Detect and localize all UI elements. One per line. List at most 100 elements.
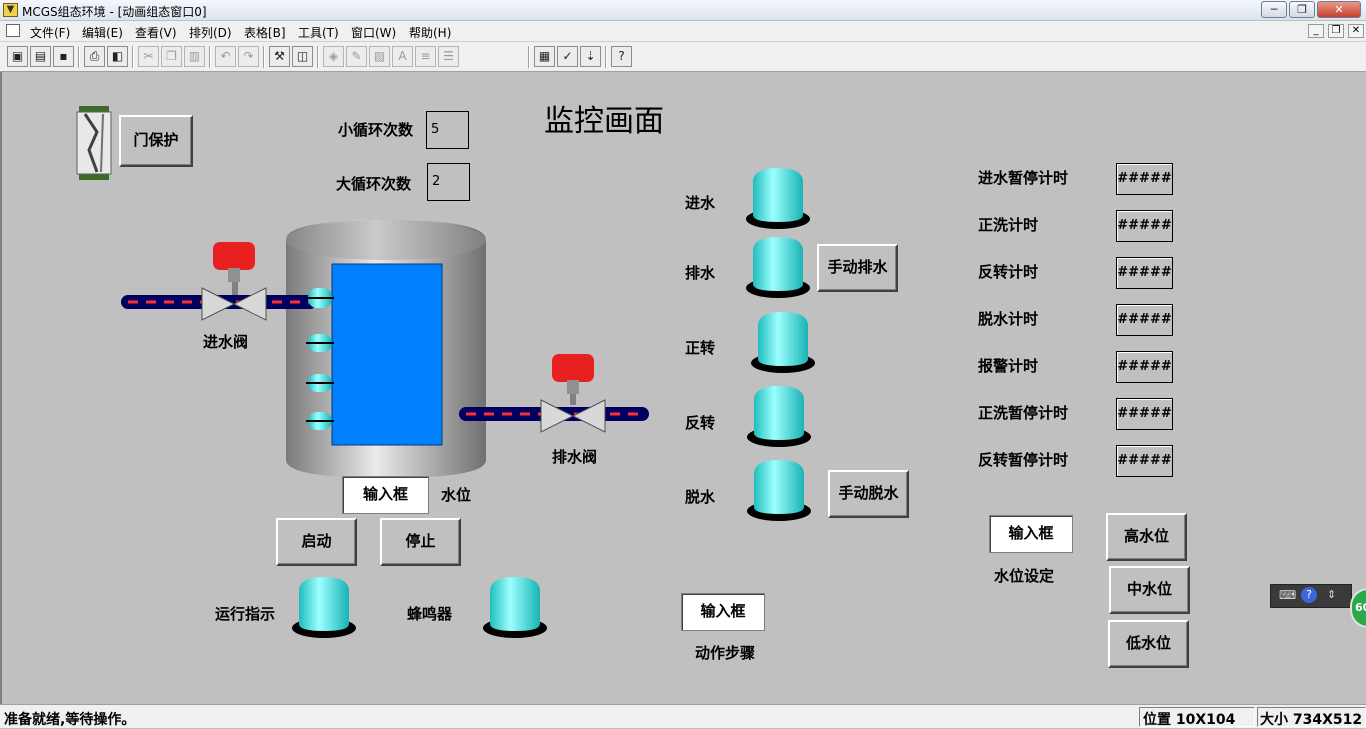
save-icon[interactable]: ▪ [53, 46, 74, 67]
inlet-valve-label: 进水阀 [203, 333, 249, 351]
lamp-label: 进水 [685, 194, 716, 212]
timer-value: ##### [1116, 257, 1173, 289]
expand-icon[interactable]: ⇕ [1327, 588, 1336, 601]
paste-icon[interactable]: ▥ [184, 46, 205, 67]
washer-tank-diagram [121, 220, 649, 478]
timer-value: ##### [1116, 210, 1173, 242]
timer-label: 脱水计时 [978, 310, 1039, 328]
print-icon[interactable]: ⎙ [84, 46, 105, 67]
water-level-input[interactable]: 输入框 [342, 476, 429, 514]
list-icon[interactable]: ☰ [438, 46, 459, 67]
copy-icon[interactable]: ❐ [161, 46, 182, 67]
ime-toolbar[interactable]: ⌨ ? ⇕ [1270, 584, 1352, 608]
redo-icon[interactable]: ↷ [238, 46, 259, 67]
action-step-input[interactable]: 输入框 [681, 593, 765, 631]
manual-spin-button[interactable]: 手动脱水 [828, 470, 909, 518]
start-button[interactable]: 启动 [276, 518, 357, 566]
timer-value: ##### [1116, 445, 1173, 477]
manual-drain-button[interactable]: 手动排水 [817, 244, 898, 292]
run-indicator-label: 运行指示 [215, 605, 276, 623]
image-icon[interactable]: ▨ [369, 46, 390, 67]
minimize-button[interactable]: ─ [1261, 1, 1287, 18]
timer-value: ##### [1116, 398, 1173, 430]
help-icon[interactable]: ? [611, 46, 632, 67]
buzzer-label: 蜂鸣器 [407, 605, 453, 623]
tools-icon[interactable]: ⚒ [269, 46, 290, 67]
window-icon[interactable]: ▣ [7, 46, 28, 67]
preview-icon[interactable]: ◧ [107, 46, 128, 67]
water-level-fill [331, 263, 443, 446]
timer-value: ##### [1116, 351, 1173, 383]
title-bar: ▼ MCGS组态环境 - [动画组态窗口0] ─ ❐ ✕ [0, 0, 1366, 21]
lamp-label: 反转 [685, 414, 716, 432]
open-icon[interactable]: ▤ [30, 46, 51, 67]
buzzer-lamp [483, 577, 547, 638]
timer-label: 进水暂停计时 [978, 169, 1069, 187]
high-level-button[interactable]: 高水位 [1106, 513, 1187, 561]
big-loop-value: 2 [427, 163, 470, 201]
window-title: MCGS组态环境 - [动画组态窗口0] [22, 5, 207, 19]
action-step-label: 动作步骤 [695, 644, 756, 662]
restore-button[interactable]: ❐ [1289, 1, 1315, 18]
menu-table[interactable]: 表格[B] [244, 24, 286, 41]
toolbar: ▣ ▤ ▪ ⎙ ◧ ✂ ❐ ▥ ↶ ↷ ⚒ ◫ ◈ ✎ ▨ A ≡ ☰ ▦ ✓ … [0, 42, 1366, 72]
run-indicator-lamp [292, 577, 356, 638]
menu-window[interactable]: 窗口(W) [351, 24, 396, 41]
timer-label: 正洗暂停计时 [978, 404, 1069, 422]
status-lamp [751, 312, 815, 373]
document-icon[interactable] [6, 24, 20, 37]
lamp-label: 排水 [685, 264, 716, 282]
door-icon [75, 106, 113, 180]
drain-valve-label: 排水阀 [552, 448, 598, 466]
small-loop-value: 5 [426, 111, 469, 149]
menu-file[interactable]: 文件(F) [30, 24, 70, 41]
fill-icon[interactable]: ◈ [323, 46, 344, 67]
status-message: 准备就绪,等待操作。 [4, 712, 136, 728]
mdi-minimize-button[interactable]: _ [1308, 24, 1324, 38]
font-icon[interactable]: A [392, 46, 413, 67]
low-level-button[interactable]: 低水位 [1108, 620, 1189, 668]
close-button[interactable]: ✕ [1317, 1, 1361, 18]
download-icon[interactable]: ⇣ [580, 46, 601, 67]
timer-label: 反转暂停计时 [978, 451, 1069, 469]
menu-tools[interactable]: 工具(T) [298, 24, 339, 41]
lamp-label: 正转 [685, 339, 716, 357]
mcgs-app-icon[interactable]: ▼ [3, 3, 18, 17]
level-setting-input[interactable]: 输入框 [989, 515, 1073, 553]
timer-label: 反转计时 [978, 263, 1039, 281]
keyboard-icon[interactable]: ⌨ [1279, 588, 1296, 602]
align-icon[interactable]: ≡ [415, 46, 436, 67]
status-lamp [747, 460, 811, 521]
properties-icon[interactable]: ▦ [534, 46, 555, 67]
position-readout: 位置 10X104 [1143, 712, 1236, 728]
door-protect-button[interactable]: 门保护 [119, 115, 193, 167]
help-icon[interactable]: ? [1301, 587, 1317, 603]
status-lamp [746, 168, 810, 229]
cut-icon[interactable]: ✂ [138, 46, 159, 67]
page-title: 监控画面 [544, 104, 664, 139]
stop-button[interactable]: 停止 [380, 518, 461, 566]
layout-icon[interactable]: ◫ [292, 46, 313, 67]
small-loop-label: 小循环次数 [338, 121, 414, 139]
performance-badge[interactable]: 60 [1350, 588, 1366, 628]
status-lamp [746, 237, 810, 298]
status-bar: 准备就绪,等待操作。 位置 10X104 大小 734X512 [0, 704, 1366, 728]
level-setting-label: 水位设定 [994, 567, 1055, 585]
water-level-label: 水位 [441, 486, 472, 504]
size-readout: 大小 734X512 [1260, 712, 1363, 728]
menu-bar: 文件(F) 编辑(E) 查看(V) 排列(D) 表格[B] 工具(T) 窗口(W… [0, 21, 1366, 42]
timer-label: 报警计时 [978, 357, 1039, 375]
mdi-restore-button[interactable]: ❐ [1328, 24, 1344, 38]
menu-edit[interactable]: 编辑(E) [82, 24, 123, 41]
menu-view[interactable]: 查看(V) [135, 24, 177, 41]
check-icon[interactable]: ✓ [557, 46, 578, 67]
menu-help[interactable]: 帮助(H) [409, 24, 451, 41]
timer-value: ##### [1116, 304, 1173, 336]
mid-level-button[interactable]: 中水位 [1109, 566, 1190, 614]
undo-icon[interactable]: ↶ [215, 46, 236, 67]
edit-icon[interactable]: ✎ [346, 46, 367, 67]
mdi-close-button[interactable]: ✕ [1348, 24, 1364, 38]
lamp-label: 脱水 [685, 488, 716, 506]
big-loop-label: 大循环次数 [336, 175, 412, 193]
menu-arrange[interactable]: 排列(D) [189, 24, 232, 41]
